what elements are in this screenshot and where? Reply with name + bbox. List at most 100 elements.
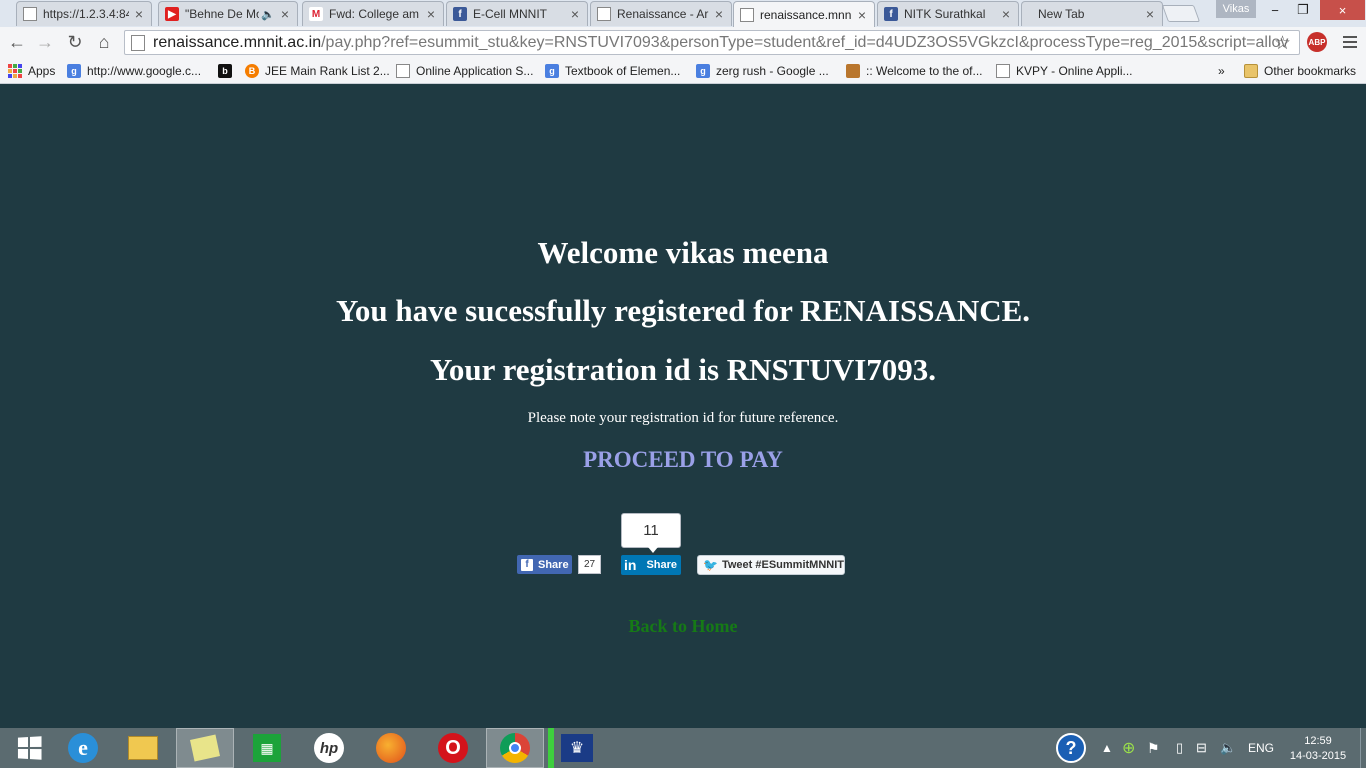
windows-store-icon[interactable]: ▦: [238, 728, 296, 768]
tab-close-icon[interactable]: ×: [713, 6, 725, 22]
chrome-icon[interactable]: [486, 728, 544, 768]
page-info-icon[interactable]: [131, 34, 145, 51]
crown-app-icon[interactable]: ♛: [548, 728, 606, 768]
bookmark-zerg-rush[interactable]: g zerg rush - Google ...: [696, 62, 829, 80]
tab-title: New Tab: [1038, 7, 1085, 21]
restore-icon[interactable]: ❐: [1290, 0, 1316, 20]
bookmark-welcome[interactable]: :: Welcome to the of...: [846, 62, 983, 80]
bookmark-apps[interactable]: Apps: [8, 62, 55, 80]
back-to-home-link[interactable]: Back to Home: [629, 616, 738, 636]
emblem-icon: [846, 64, 860, 78]
linkedin-share-button[interactable]: in Share: [621, 555, 681, 575]
home-icon[interactable]: ⌂: [93, 31, 115, 53]
bookmark-label: Apps: [28, 64, 56, 78]
google-icon: g: [67, 64, 81, 78]
tweet-button[interactable]: 🐦 Tweet #ESummitMNNIT: [697, 555, 845, 575]
new-tab-button[interactable]: [1161, 5, 1201, 22]
bookmarks-overflow-button[interactable]: »: [1218, 62, 1225, 80]
bookmark-jee[interactable]: B JEE Main Rank List 2...: [245, 62, 390, 80]
show-desktop-button[interactable]: [1360, 728, 1366, 768]
tab-5[interactable]: Renaissance - Ar ×: [590, 1, 732, 26]
tab-8[interactable]: New Tab ×: [1021, 1, 1163, 26]
bookmark-label: JEE Main Rank List 2...: [265, 64, 390, 78]
b-icon: b: [218, 64, 232, 78]
google-icon: g: [545, 64, 559, 78]
page-icon: [23, 7, 37, 21]
bookmark-star-icon[interactable]: ☆: [1274, 32, 1291, 54]
file-explorer-icon[interactable]: [114, 728, 172, 768]
facebook-icon: f: [884, 7, 898, 21]
facebook-share-label: Share: [538, 558, 569, 571]
bookmark-label: http://www.google.c...: [87, 64, 202, 78]
address-bar[interactable]: renaissance.mnnit.ac.in/pay.php?ref=esum…: [124, 30, 1300, 55]
help-icon[interactable]: ?: [1056, 728, 1086, 768]
tab-title: Renaissance - Ar: [617, 7, 709, 21]
page-icon: [597, 7, 611, 21]
tab-close-icon[interactable]: ×: [425, 6, 437, 22]
adblock-plus-icon[interactable]: ABP: [1307, 32, 1327, 52]
tab-close-icon[interactable]: ×: [856, 7, 868, 23]
other-bookmarks[interactable]: Other bookmarks: [1244, 62, 1356, 80]
tab-4[interactable]: f E-Cell MNNIT ×: [446, 1, 588, 26]
close-window-icon[interactable]: ×: [1320, 0, 1365, 20]
tab-close-icon[interactable]: ×: [133, 6, 145, 22]
tab-1[interactable]: https://1.2.3.4:84 ×: [16, 1, 152, 26]
action-center-icon[interactable]: ⚑: [1147, 728, 1160, 768]
volume-icon[interactable]: 🔈: [1220, 728, 1236, 768]
linkedin-share-label: Share: [646, 559, 678, 571]
firefox-icon[interactable]: [362, 728, 420, 768]
internet-explorer-icon[interactable]: e: [54, 728, 112, 768]
tab-close-icon[interactable]: ×: [569, 6, 581, 22]
tab-title: renaissance.mnn: [760, 7, 852, 22]
tab-close-icon[interactable]: ×: [1144, 6, 1156, 22]
chrome-menu-icon[interactable]: [1342, 34, 1358, 50]
network-icon[interactable]: ⊟: [1196, 728, 1207, 768]
profile-button[interactable]: Vikas: [1216, 0, 1256, 18]
facebook-icon: f: [521, 558, 533, 571]
proceed-to-pay-link[interactable]: PROCEED TO PAY: [583, 447, 783, 472]
tab-6-active[interactable]: renaissance.mnn ×: [733, 1, 875, 27]
tab-3[interactable]: M Fwd: College am ×: [302, 1, 444, 26]
registration-success-heading: You have sucessfully registered for RENA…: [335, 293, 1031, 328]
twitter-bird-icon: 🐦: [703, 558, 718, 572]
browser-title-bar: https://1.2.3.4:84 × ▶ "Behne De Mo 🔈 × …: [0, 0, 1366, 27]
hp-icon[interactable]: hp: [300, 728, 358, 768]
system-clock[interactable]: 12:59 14-03-2015: [1286, 734, 1350, 764]
tab-close-icon[interactable]: ×: [279, 6, 291, 22]
input-language[interactable]: ENG: [1248, 728, 1274, 768]
back-arrow-icon[interactable]: ←: [6, 31, 28, 53]
bookmark-online-application[interactable]: Online Application S...: [396, 62, 533, 80]
clock-time: 12:59: [1304, 735, 1332, 747]
reload-icon[interactable]: ↻: [64, 31, 86, 53]
facebook-share-button[interactable]: f Share: [517, 555, 572, 574]
tab-title: "Behne De Mo: [185, 7, 260, 21]
battery-icon[interactable]: ▯: [1176, 728, 1183, 768]
windows-start-icon[interactable]: [0, 728, 58, 768]
bookmark-label: Textbook of Elemen...: [565, 64, 681, 78]
forward-arrow-icon[interactable]: →: [34, 31, 56, 53]
bookmark-google[interactable]: g http://www.google.c...: [67, 62, 201, 80]
facebook-share-count: 27: [578, 555, 601, 574]
bookmark-kvpy[interactable]: KVPY - Online Appli...: [996, 62, 1133, 80]
bookmark-textbook[interactable]: g Textbook of Elemen...: [545, 62, 680, 80]
page-content: Welcome vikas meena You have sucessfully…: [0, 85, 1366, 728]
minimize-icon[interactable]: −: [1262, 0, 1288, 20]
sticky-notes-icon[interactable]: [176, 728, 234, 768]
speaker-icon[interactable]: 🔈: [261, 8, 275, 21]
tab-7[interactable]: f NITK Surathkal ×: [877, 1, 1019, 26]
tab-close-icon[interactable]: ×: [1000, 6, 1012, 22]
linkedin-share-count: 11: [621, 513, 681, 553]
tab-2[interactable]: ▶ "Behne De Mo 🔈 ×: [158, 1, 298, 26]
tab-title: NITK Surathkal: [904, 7, 986, 21]
tweet-label: Tweet #ESummitMNNIT: [721, 559, 844, 571]
page-icon: [996, 64, 1010, 78]
folder-icon: [1244, 64, 1258, 78]
tab-title: Fwd: College am: [329, 7, 420, 21]
bookmark-b[interactable]: b: [218, 62, 238, 80]
opera-icon[interactable]: O: [424, 728, 482, 768]
show-hidden-icons-icon[interactable]: ▲: [1101, 728, 1113, 768]
network-plus-icon[interactable]: ⊕: [1122, 728, 1135, 768]
blogger-icon: B: [245, 64, 259, 78]
url-host: renaissance.mnnit.ac.in: [153, 33, 322, 51]
apps-grid-icon: [8, 64, 22, 78]
